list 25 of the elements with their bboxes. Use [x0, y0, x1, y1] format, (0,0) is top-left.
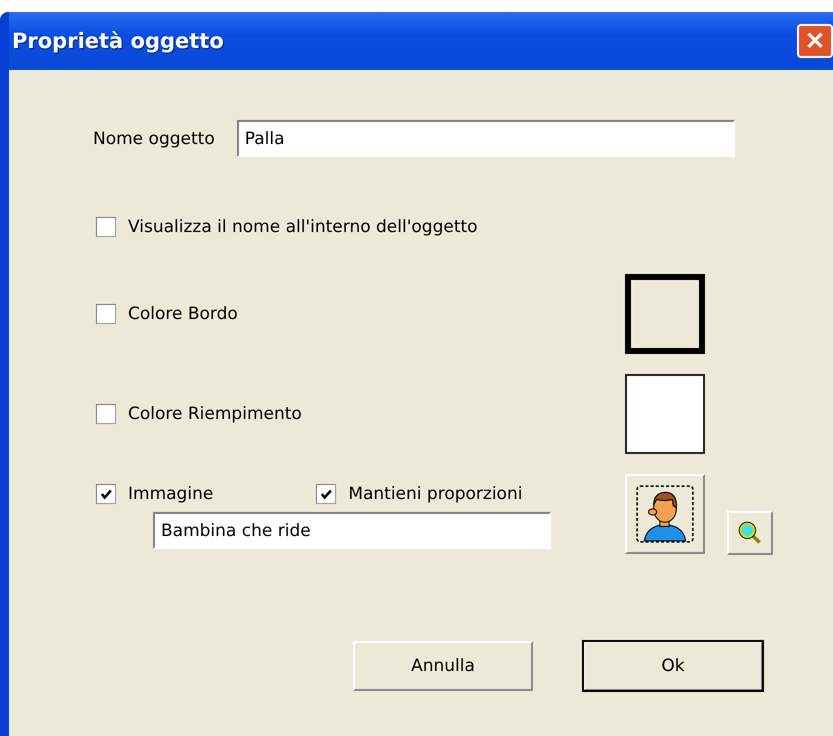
check-mark-icon — [99, 487, 113, 501]
checkbox[interactable] — [96, 217, 116, 237]
person-icon — [634, 483, 696, 545]
ok-button[interactable]: Ok — [583, 641, 763, 691]
check-mark-icon — [319, 487, 334, 501]
image-name-field[interactable]: Bambina che ride — [153, 512, 551, 549]
zoom-button[interactable] — [727, 511, 773, 555]
checkbox[interactable] — [96, 484, 116, 504]
search-icon — [737, 520, 763, 546]
close-button[interactable]: ✕ — [797, 24, 833, 58]
field-label: Nome oggetto — [93, 128, 215, 148]
border-color-swatch[interactable] — [625, 274, 705, 354]
checkbox[interactable] — [96, 304, 116, 324]
checkbox[interactable] — [96, 404, 116, 424]
image-button[interactable] — [625, 474, 705, 554]
name-field[interactable]: Palla — [236, 120, 735, 157]
checkbox-label: Immagine — [128, 484, 214, 504]
checkbox-label: Colore Riempimento — [128, 404, 302, 424]
checkbox-label: Mantieni proporzioni — [348, 484, 522, 504]
checkbox-label: Visualizza il nome all'interno dell'oggetto — [128, 217, 478, 237]
checkbox[interactable] — [316, 484, 336, 504]
window-title: Proprietà oggetto — [12, 29, 224, 53]
checkbox-label: Colore Bordo — [128, 304, 238, 324]
cancel-button[interactable]: Annulla — [353, 641, 533, 691]
fill-color-swatch[interactable] — [625, 374, 705, 454]
